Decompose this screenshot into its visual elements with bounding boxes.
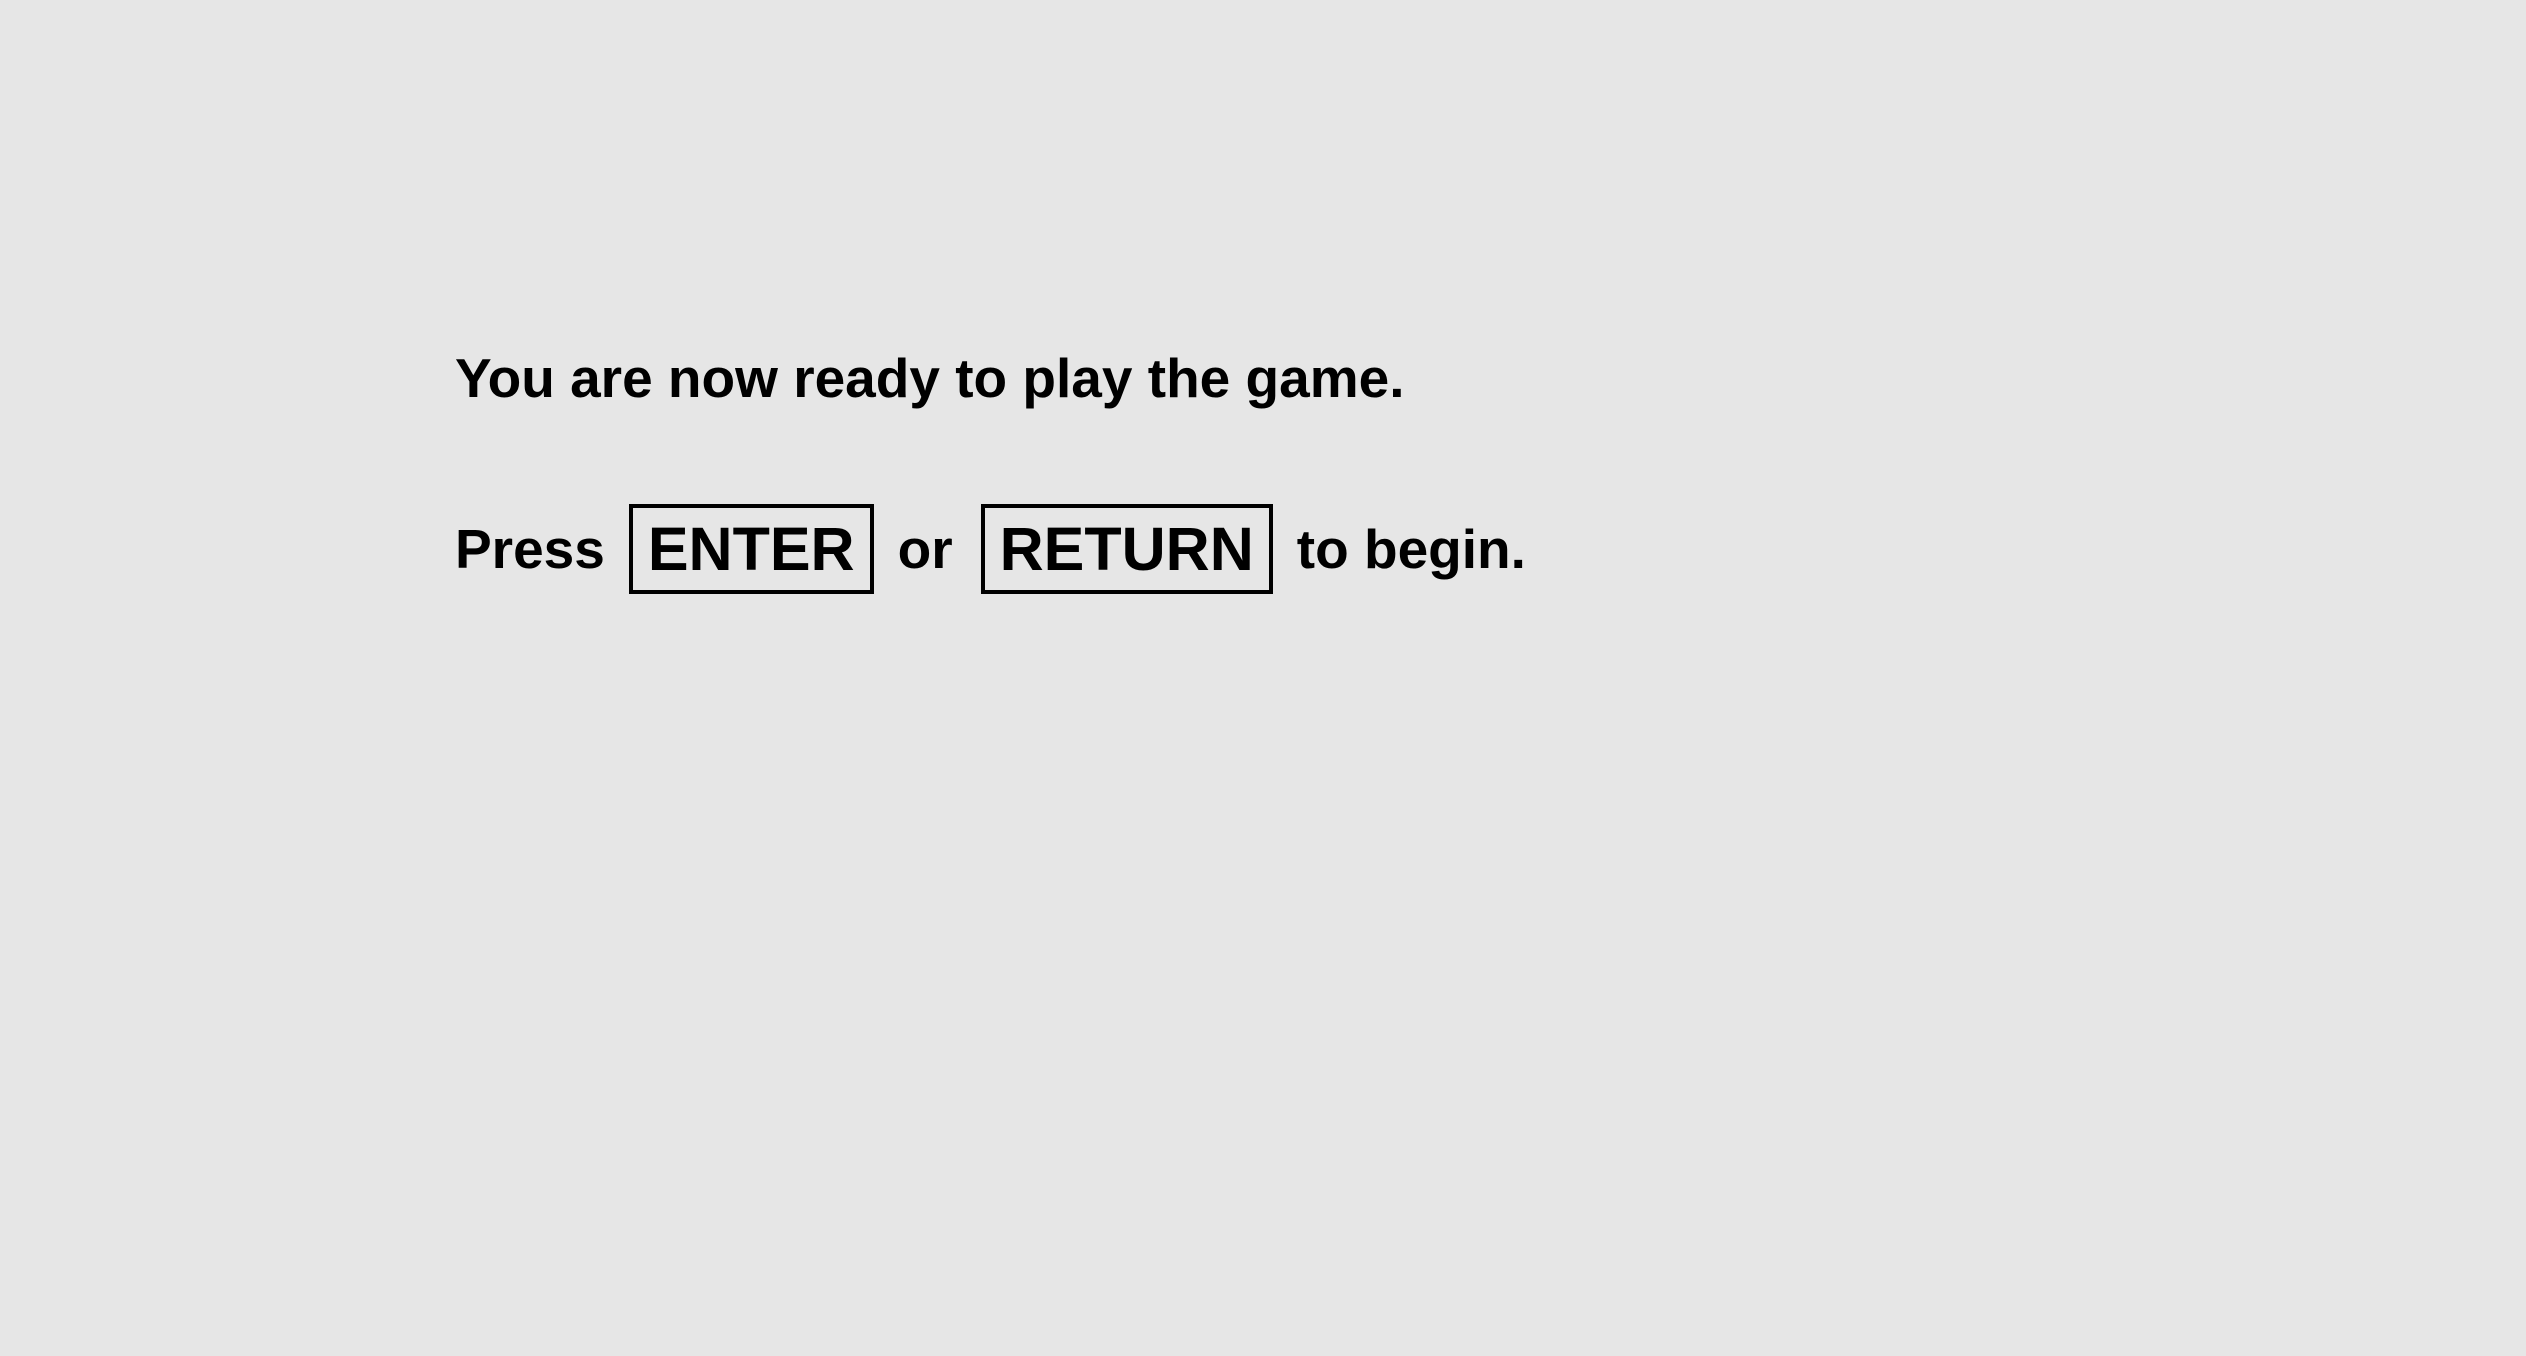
begin-label: to begin. <box>1296 518 1526 580</box>
start-prompt: Press ENTER or RETURN to begin. <box>455 504 1526 594</box>
enter-key[interactable]: ENTER <box>628 504 874 594</box>
return-key[interactable]: RETURN <box>980 504 1273 594</box>
or-label: or <box>897 518 953 580</box>
press-label: Press <box>455 518 605 580</box>
game-start-screen: You are now ready to play the game. Pres… <box>0 0 2526 1356</box>
ready-message: You are now ready to play the game. <box>455 347 1405 409</box>
